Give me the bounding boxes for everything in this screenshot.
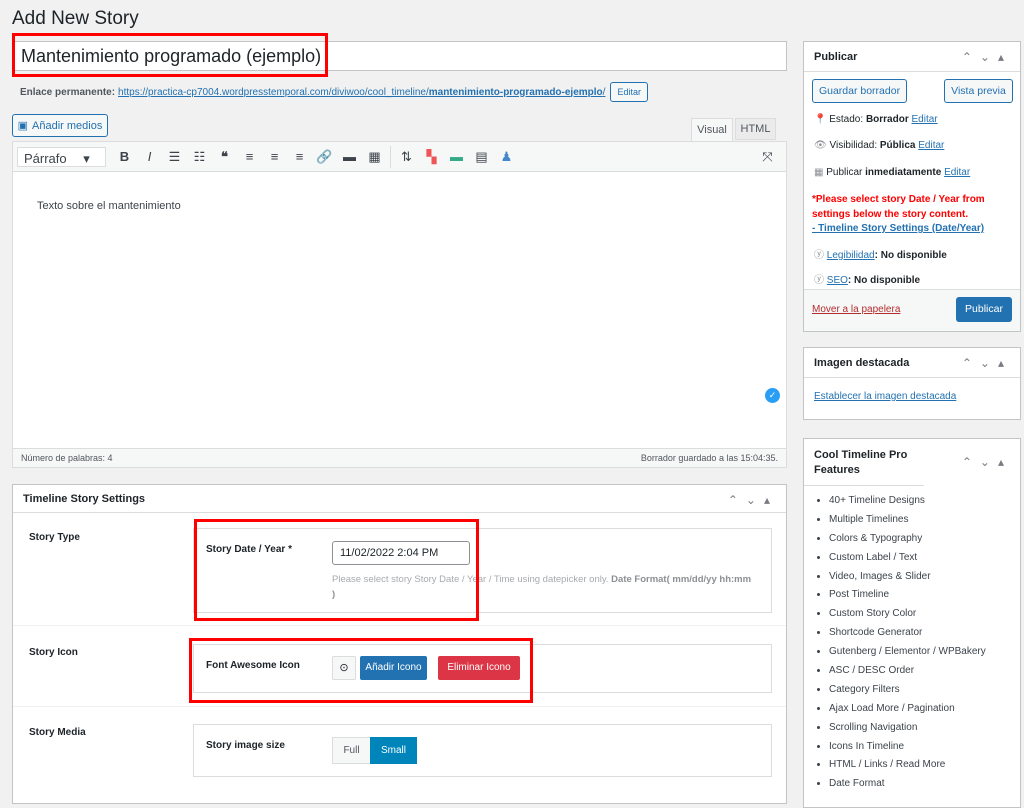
- editor-content[interactable]: Texto sobre el mantenimiento: [13, 172, 786, 240]
- size-small-option[interactable]: Small: [370, 737, 417, 764]
- preview-button[interactable]: Vista previa: [944, 79, 1013, 103]
- list-icon[interactable]: ▤: [469, 149, 494, 165]
- feature-item: Gutenberg / Elementor / WPBakery: [829, 645, 1020, 658]
- add-media-button[interactable]: ▣ Añadir medios: [12, 114, 108, 137]
- trash-link[interactable]: Mover a la papelera: [812, 304, 900, 315]
- edit-visibility-link[interactable]: Editar: [918, 140, 944, 151]
- feature-item: Post Timeline: [829, 588, 1020, 601]
- align-right-icon[interactable]: ≡: [287, 149, 312, 164]
- permalink: Enlace permanente: https://practica-cp70…: [20, 82, 648, 102]
- edit-date-link[interactable]: Editar: [944, 167, 970, 178]
- settings-title: Timeline Story Settings: [13, 485, 786, 513]
- box-controls[interactable]: ⌃⌄▴: [962, 356, 1012, 370]
- features-box: Cool Timeline Pro Features ⌃⌄▴ 40+ Timel…: [803, 438, 1021, 808]
- calendar-icon: ▦: [814, 167, 824, 178]
- italic-icon[interactable]: I: [137, 149, 162, 164]
- button-icon[interactable]: ▬: [444, 149, 469, 164]
- highlight-box: [194, 519, 479, 621]
- grid-icon[interactable]: ▚: [419, 149, 444, 165]
- publish-button[interactable]: Publicar: [956, 297, 1012, 322]
- bold-icon[interactable]: B: [112, 149, 137, 164]
- tab-html[interactable]: HTML: [735, 118, 776, 140]
- highlight-box: [12, 33, 328, 77]
- feature-item: Category Filters: [829, 683, 1020, 696]
- highlight-box: [189, 638, 533, 703]
- permalink-label: Enlace permanente:: [20, 86, 116, 98]
- editor: Párrafo ▾ B I ☰ ☷ ❝ ≡ ≡ ≡ 🔗 ▬ ▦ ⇅ ▚ ▬ ▤ ♟ ⤧ Texto sobre…: [12, 141, 787, 468]
- story-media-label: Story Media: [29, 727, 86, 738]
- yoast-icon: ⓨ: [814, 250, 824, 261]
- save-status: Borrador guardado a las 15:04:35.: [640, 453, 778, 463]
- feature-item: Icons In Timeline: [829, 740, 1020, 753]
- feature-item: Custom Story Color: [829, 607, 1020, 620]
- feature-item: Date Format: [829, 777, 1020, 790]
- seo-link[interactable]: SEO: [827, 275, 848, 286]
- feature-item: Video, Images & Slider: [829, 570, 1020, 583]
- set-featured-image-link[interactable]: Establecer la imagen destacada: [814, 391, 956, 402]
- link-icon[interactable]: 🔗: [312, 149, 337, 165]
- user-icon[interactable]: ♟: [494, 149, 519, 165]
- publish-box: Publicar ⌃⌄▴ Guardar borrador Vista prev…: [803, 41, 1021, 332]
- feature-item: Scrolling Navigation: [829, 721, 1020, 734]
- image-size-label: Story image size: [206, 740, 285, 751]
- read-more-icon[interactable]: ▬: [337, 149, 362, 164]
- pin-icon: 📍: [814, 114, 827, 125]
- featured-image-box: Imagen destacada ⌃⌄▴ Establecer la image…: [803, 347, 1021, 420]
- tab-visual[interactable]: Visual: [691, 118, 733, 142]
- feature-item: Multiple Timelines: [829, 513, 1020, 526]
- bullet-list-icon[interactable]: ☰: [162, 149, 187, 165]
- eye-icon: 👁: [814, 140, 827, 151]
- sort-icon[interactable]: ⇅: [394, 149, 419, 165]
- check-icon: ✓: [765, 388, 780, 403]
- size-full-option[interactable]: Full: [332, 737, 371, 764]
- box-controls[interactable]: ⌃⌄▴: [962, 455, 1012, 469]
- yoast-icon: ⓨ: [814, 275, 824, 286]
- feature-item: HTML / Links / Read More: [829, 758, 1020, 771]
- align-center-icon[interactable]: ≡: [262, 149, 287, 164]
- feature-item: 40+ Timeline Designs: [829, 494, 1020, 507]
- story-type-label: Story Type: [29, 532, 80, 543]
- box-controls[interactable]: ⌃⌄▴: [728, 493, 778, 507]
- save-draft-button[interactable]: Guardar borrador: [812, 79, 907, 103]
- align-left-icon[interactable]: ≡: [237, 149, 262, 164]
- media-icon: ▣: [17, 120, 29, 132]
- toolbar-toggle-icon[interactable]: ▦: [362, 149, 387, 165]
- feature-item: Shortcode Generator: [829, 626, 1020, 639]
- feature-item: Colors & Typography: [829, 532, 1020, 545]
- story-icon-label: Story Icon: [29, 647, 78, 658]
- word-count: Número de palabras: 4: [21, 453, 113, 463]
- settings-link[interactable]: - Timeline Story Settings (Date/Year): [812, 223, 984, 234]
- edit-permalink-button[interactable]: Editar: [610, 82, 648, 102]
- permalink-link[interactable]: https://practica-cp7004.wordpresstempora…: [118, 87, 605, 98]
- feature-item: Ajax Load More / Pagination: [829, 702, 1020, 715]
- page-title: Add New Story: [12, 8, 139, 29]
- numbered-list-icon[interactable]: ☷: [187, 149, 212, 165]
- edit-status-link[interactable]: Editar: [912, 114, 938, 125]
- features-title: Cool Timeline Pro Features: [804, 439, 924, 486]
- fullscreen-icon[interactable]: ⤧: [755, 149, 780, 165]
- format-select[interactable]: Párrafo ▾: [17, 146, 106, 167]
- date-warning: *Please select story Date / Year from se…: [812, 194, 985, 234]
- feature-item: Custom Label / Text: [829, 551, 1020, 564]
- quote-icon[interactable]: ❝: [212, 149, 237, 165]
- box-controls[interactable]: ⌃⌄▴: [962, 50, 1012, 64]
- readability-link[interactable]: Legibilidad: [827, 250, 875, 261]
- feature-item: ASC / DESC Order: [829, 664, 1020, 677]
